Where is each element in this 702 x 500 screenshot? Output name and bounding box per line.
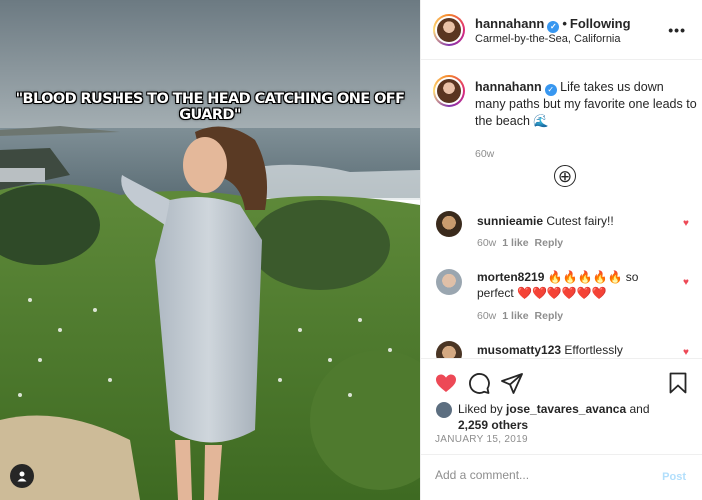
comment-time[interactable]: 60w [477,237,496,249]
post-photo[interactable]: "BLOOD RUSHES TO THE HEAD CATCHING ONE O… [0,0,420,500]
post-comment-button[interactable]: Post [662,471,686,483]
post-side-panel: hannahann ✓ • Following Carmel-by-the-Sea, … [420,0,702,500]
post-header: hannahann ✓ • Following Carmel-by-the-Sea, … [421,0,702,60]
separator-dot: • [562,16,567,31]
location-link[interactable]: Carmel-by-the-Sea, California [475,33,621,45]
comment-username[interactable]: sunnieamie [477,214,543,228]
bookmark-icon[interactable] [666,371,690,395]
heart-icon[interactable] [434,371,458,395]
overlay-caption: "BLOOD RUSHES TO THE HEAD CATCHING ONE O… [15,91,405,123]
user-icon [17,471,27,482]
author-username[interactable]: hannahann [475,16,544,31]
post-actions: Liked by jose_tavares_avanca and 2,259 o… [421,358,702,454]
comment-like-heart-icon[interactable]: ♥ [683,219,693,229]
photo-image [0,0,420,500]
commenter-avatar[interactable] [436,269,462,295]
comment-like-heart-icon[interactable]: ♥ [683,278,693,288]
comments-section[interactable]: hannahann ✓ Life takes us down many paths… [421,61,702,358]
comment-time[interactable]: 60w [477,310,496,322]
comment-icon[interactable] [467,371,491,395]
comment-username[interactable]: morten8219 [477,270,544,284]
load-more-comments-icon[interactable]: ⊕ [554,165,576,187]
comment-text: Effortlessly [564,343,623,357]
author-avatar[interactable] [433,14,465,46]
verified-badge-icon: ✓ [544,84,557,96]
add-comment-bar: Post [421,454,702,500]
likes-count-link[interactable]: 2,259 others [458,418,528,432]
verified-badge-icon: ✓ [547,21,560,33]
caption-avatar[interactable] [433,75,465,107]
reply-button[interactable]: Reply [535,310,564,322]
liked-by-prefix: Liked by [458,402,503,416]
post-date[interactable]: JANUARY 15, 2019 [435,434,528,445]
share-icon[interactable] [500,371,524,395]
liker-avatar[interactable] [435,401,453,419]
caption-time[interactable]: 60w [475,148,494,160]
commenter-avatar[interactable] [436,341,462,358]
comment-like-heart-icon[interactable]: ♥ [683,348,693,358]
comment-username[interactable]: musomatty123 [477,343,561,357]
liked-by-user[interactable]: jose_tavares_avanca [506,402,626,416]
comment-text: Cutest fairy!! [546,214,614,228]
reply-button[interactable]: Reply [535,237,564,249]
caption-username[interactable]: hannahann [475,80,542,94]
comment-input[interactable] [435,468,645,482]
liked-by-and: and [629,402,650,416]
following-button[interactable]: Following [570,16,631,31]
user-tag-button[interactable] [10,464,34,488]
more-options-icon[interactable]: ••• [668,22,686,38]
comment-likes[interactable]: 1 like [502,237,528,249]
comment-likes[interactable]: 1 like [502,310,528,322]
commenter-avatar[interactable] [436,211,462,237]
